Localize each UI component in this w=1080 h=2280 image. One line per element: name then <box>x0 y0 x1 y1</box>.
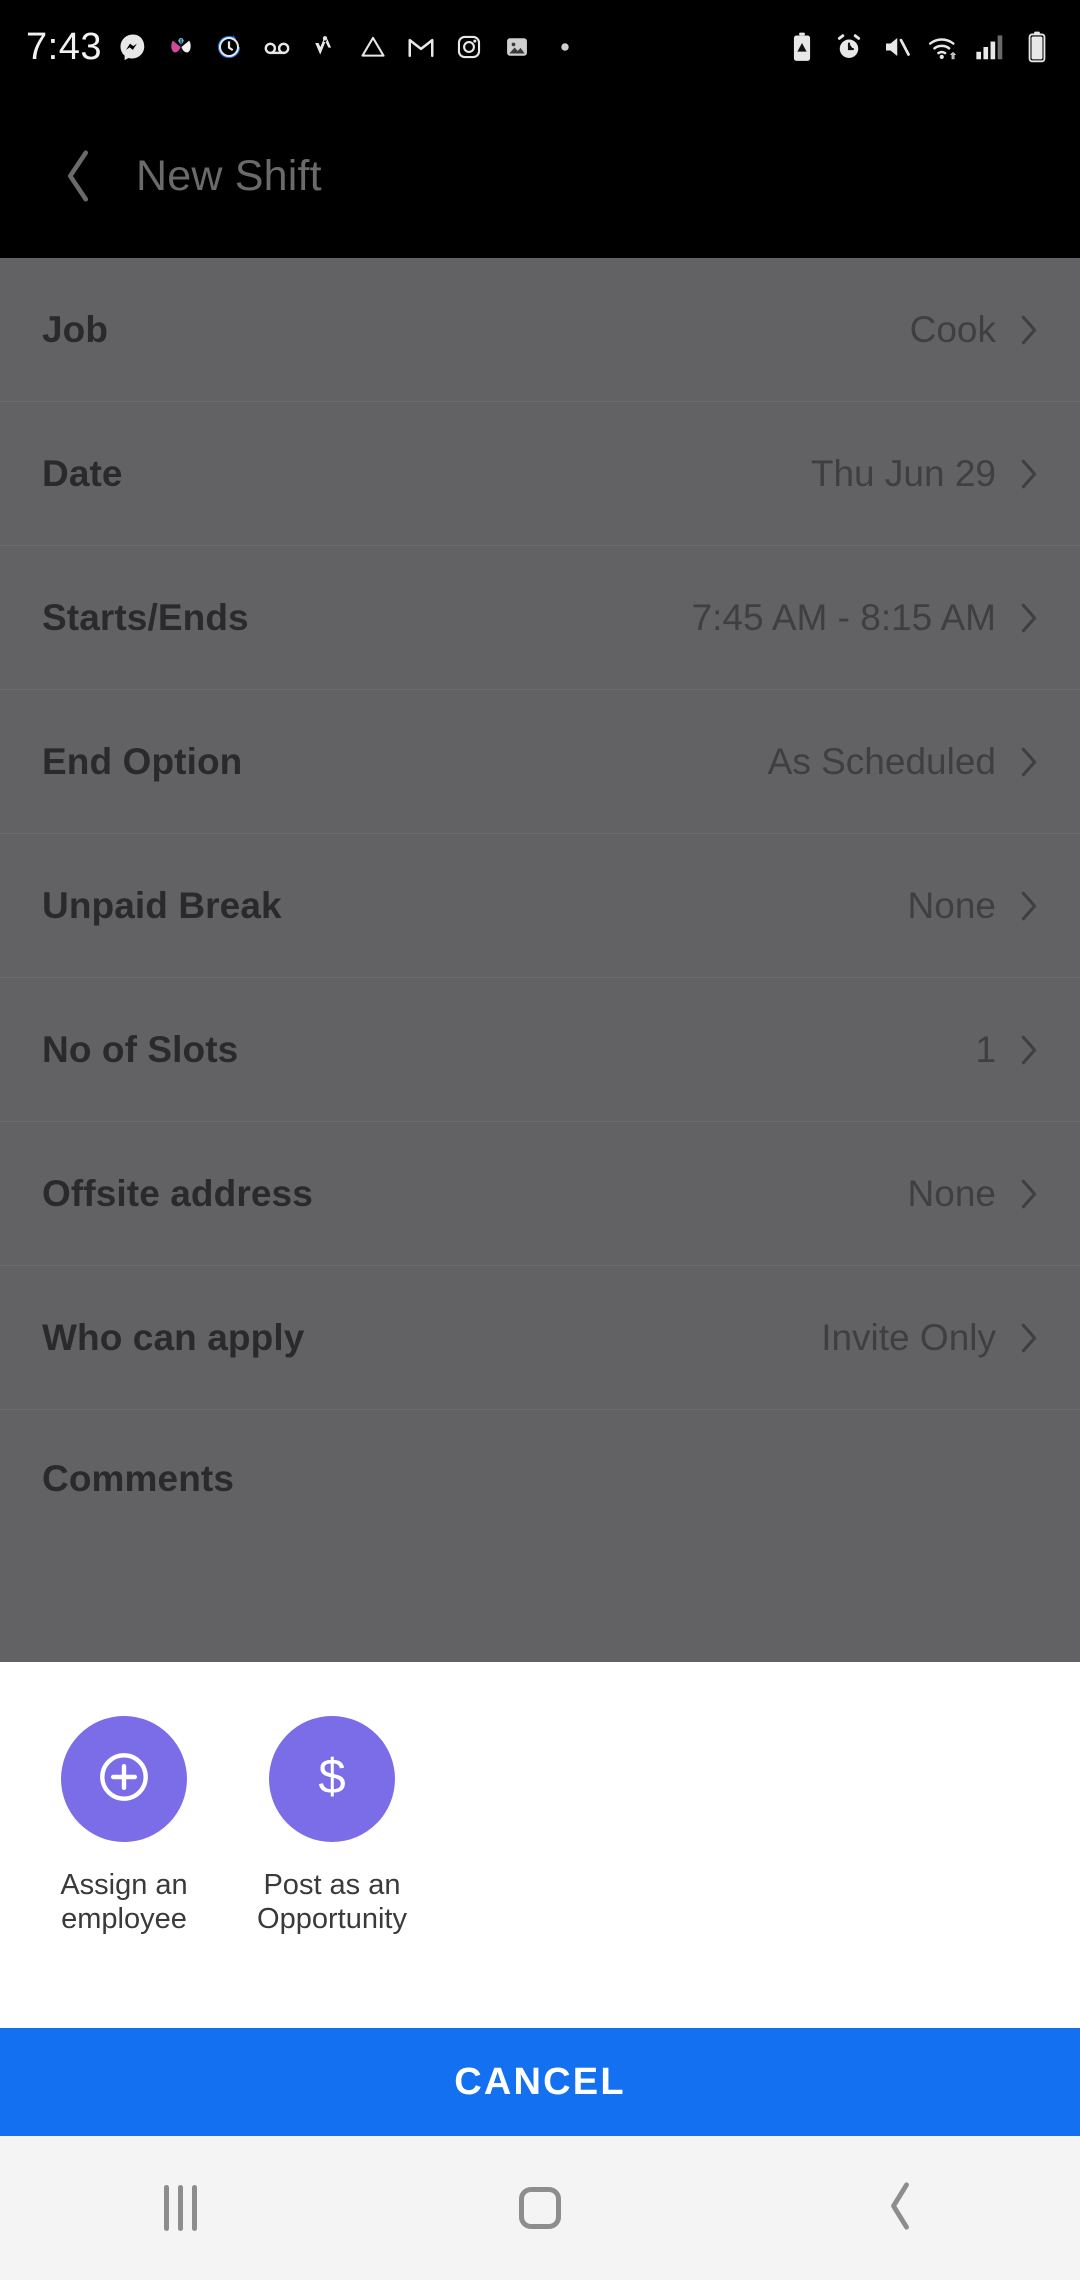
voicemail-icon <box>260 30 294 64</box>
form-row-value: 1 <box>975 1029 996 1071</box>
form-row-comments[interactable]: Comments <box>0 1410 1080 1630</box>
chevron-right-icon <box>1018 311 1040 349</box>
form-row-right: 1 <box>975 1029 1040 1071</box>
dot-icon <box>548 30 582 64</box>
assign-employee-label: Assign an employee <box>60 1868 187 1936</box>
form-row-label: End Option <box>42 741 242 783</box>
action-bottom-sheet: Assign an employee $ Post as an Opportun… <box>0 1662 1080 2028</box>
form-row-right: Invite Only <box>821 1317 1040 1359</box>
photos-icon <box>500 30 534 64</box>
form-row-unpaid-break[interactable]: Unpaid Break None <box>0 834 1080 978</box>
app-header: New Shift <box>0 94 1080 258</box>
phone-screen: 7:43 <box>0 0 1080 2280</box>
drive-icon <box>356 30 390 64</box>
chevron-right-icon <box>1018 1031 1040 1069</box>
form-row-end-option[interactable]: End Option As Scheduled <box>0 690 1080 834</box>
plus-circle-icon <box>93 1746 155 1813</box>
chevron-right-icon <box>1018 887 1040 925</box>
cancel-button-label: CANCEL <box>454 2061 626 2104</box>
chevron-right-icon <box>1018 455 1040 493</box>
status-bar-right <box>785 30 1054 64</box>
sheet-actions: Assign an employee $ Post as an Opportun… <box>0 1662 1080 1936</box>
strava-icon <box>308 30 342 64</box>
form-row-value: None <box>908 885 996 927</box>
chevron-right-icon <box>1018 599 1040 637</box>
nav-home-button[interactable] <box>360 2136 720 2280</box>
chevron-right-icon <box>1018 1175 1040 1213</box>
post-as-opportunity-button[interactable]: $ Post as an Opportunity <box>246 1716 418 1936</box>
mute-icon <box>879 30 913 64</box>
page-title: New Shift <box>136 152 322 201</box>
form-row-value: 7:45 AM - 8:15 AM <box>692 597 996 639</box>
form-row-label: No of Slots <box>42 1029 238 1071</box>
status-bar-left: 7:43 <box>26 28 582 66</box>
form-row-label: Comments <box>42 1458 234 1500</box>
home-icon <box>519 2187 561 2229</box>
form-row-value: Thu Jun 29 <box>811 453 996 495</box>
instagram-icon <box>452 30 486 64</box>
form-row-no-of-slots[interactable]: No of Slots 1 <box>0 978 1080 1122</box>
wifi-icon <box>926 30 960 64</box>
form-row-label: Starts/Ends <box>42 597 249 639</box>
system-navigation-bar <box>0 2136 1080 2280</box>
alarm-icon <box>832 30 866 64</box>
form-row-right: None <box>908 1173 1040 1215</box>
form-row-value: Cook <box>910 309 996 351</box>
post-opportunity-label: Post as an Opportunity <box>257 1868 407 1936</box>
form-row-label: Date <box>42 453 123 495</box>
gmail-icon <box>404 30 438 64</box>
assign-employee-circle <box>61 1716 187 1842</box>
signal-icon <box>973 30 1007 64</box>
form-row-label: Job <box>42 309 108 351</box>
recents-icon <box>164 2185 197 2231</box>
form-row-starts-ends[interactable]: Starts/Ends 7:45 AM - 8:15 AM <box>0 546 1080 690</box>
form-row-value: As Scheduled <box>768 741 996 783</box>
form-row-label: Who can apply <box>42 1317 304 1359</box>
nav-recents-button[interactable] <box>0 2136 360 2280</box>
form-row-right: Thu Jun 29 <box>811 453 1040 495</box>
form-row-who-can-apply[interactable]: Who can apply Invite Only <box>0 1266 1080 1410</box>
form-row-right: None <box>908 885 1040 927</box>
status-bar-clock: 7:43 <box>26 28 102 66</box>
messenger-icon <box>116 30 150 64</box>
chevron-right-icon <box>1018 1319 1040 1357</box>
butterfly-app-icon <box>164 30 198 64</box>
clock-refresh-icon <box>212 30 246 64</box>
form-row-right: 7:45 AM - 8:15 AM <box>692 597 1040 639</box>
dollar-sign-icon: $ <box>301 1746 363 1813</box>
form-row-right: Cook <box>910 309 1040 351</box>
nav-back-button[interactable] <box>720 2136 1080 2280</box>
status-bar: 7:43 <box>0 0 1080 94</box>
back-icon <box>885 2180 915 2237</box>
cancel-button[interactable]: CANCEL <box>0 2028 1080 2136</box>
form-row-value: Invite Only <box>821 1317 996 1359</box>
header-back-button[interactable] <box>30 145 126 207</box>
shift-form-dimmed: Job Cook Date Thu Jun 29 Starts/Ends 7:4… <box>0 258 1080 1662</box>
assign-an-employee-button[interactable]: Assign an employee <box>38 1716 210 1936</box>
form-row-date[interactable]: Date Thu Jun 29 <box>0 402 1080 546</box>
form-row-job[interactable]: Job Cook <box>0 258 1080 402</box>
form-row-right: As Scheduled <box>768 741 1040 783</box>
post-opportunity-circle: $ <box>269 1716 395 1842</box>
chevron-right-icon <box>1018 743 1040 781</box>
svg-text:$: $ <box>318 1750 345 1804</box>
battery-icon <box>1020 30 1054 64</box>
form-row-offsite-address[interactable]: Offsite address None <box>0 1122 1080 1266</box>
chevron-left-icon <box>58 145 98 207</box>
form-row-label: Unpaid Break <box>42 885 282 927</box>
form-row-label: Offsite address <box>42 1173 313 1215</box>
battery-saver-icon <box>785 30 819 64</box>
form-row-value: None <box>908 1173 996 1215</box>
